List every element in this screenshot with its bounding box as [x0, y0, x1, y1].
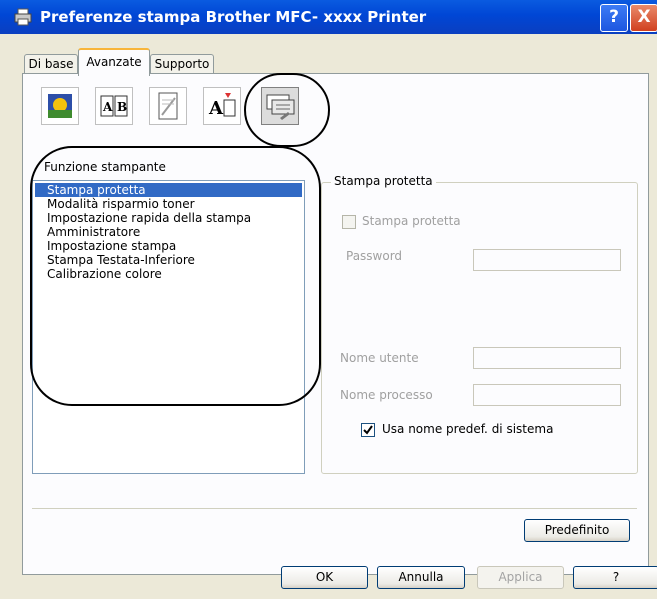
checkmark-icon [363, 425, 373, 435]
svg-text:A: A [208, 98, 224, 119]
user-name-label: Nome utente [340, 351, 419, 365]
tab-supporto[interactable]: Supporto [150, 54, 214, 74]
ok-button[interactable]: OK [281, 566, 368, 589]
job-name-field[interactable] [473, 384, 621, 406]
secure-print-checkbox[interactable] [342, 215, 356, 229]
duplex-icon[interactable]: A B [95, 87, 133, 125]
cancel-button[interactable]: Annulla [377, 566, 465, 589]
secure-print-checkbox-label: Stampa protetta [362, 214, 461, 228]
dialog-window: Preferenze stampa Brother MFC- xxxx Prin… [0, 0, 657, 599]
tab-avanzate[interactable]: Avanzate [78, 48, 150, 76]
title-bar[interactable]: Preferenze stampa Brother MFC- xxxx Prin… [0, 0, 657, 34]
highlight-ring-toolbar [244, 73, 330, 147]
secure-print-group-label: Stampa protetta [331, 174, 436, 188]
separator [32, 508, 637, 509]
svg-text:B: B [117, 100, 127, 114]
color-icon[interactable] [41, 87, 79, 125]
password-field[interactable] [473, 249, 621, 271]
use-default-label: Usa nome predef. di sistema [382, 422, 554, 436]
apply-button[interactable]: Applica [477, 566, 564, 589]
job-name-label: Nome processo [340, 388, 433, 402]
user-name-field[interactable] [473, 347, 621, 369]
scaling-icon[interactable]: A [203, 87, 241, 125]
help-button[interactable]: ? [573, 566, 657, 589]
password-label: Password [346, 249, 403, 263]
tab-di-base[interactable]: Di base [24, 54, 78, 74]
window-title: Preferenze stampa Brother MFC- xxxx Prin… [40, 8, 427, 26]
help-icon[interactable]: ? [600, 4, 628, 32]
highlight-ring-list [30, 146, 321, 406]
use-default-checkbox[interactable] [361, 423, 375, 437]
svg-text:A: A [102, 100, 113, 114]
printer-icon [14, 8, 32, 26]
watermark-icon[interactable] [149, 87, 187, 125]
close-icon[interactable]: X [630, 4, 657, 32]
default-button[interactable]: Predefinito [524, 519, 630, 542]
